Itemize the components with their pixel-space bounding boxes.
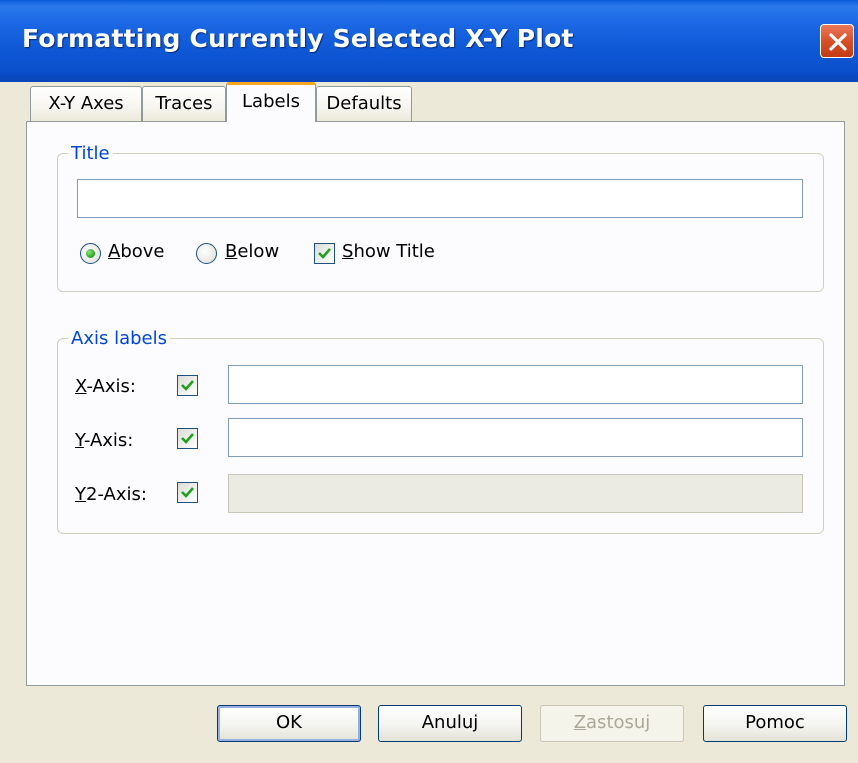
title-input[interactable] xyxy=(77,179,803,218)
title-groupbox xyxy=(57,153,824,292)
show-title-checkbox[interactable] xyxy=(314,243,335,264)
tab-labels[interactable]: Labels xyxy=(226,82,316,122)
checkmark-icon xyxy=(181,487,194,498)
checkmark-icon xyxy=(318,248,331,259)
y2-axis-checkbox[interactable] xyxy=(177,482,198,503)
help-button[interactable]: Pomoc xyxy=(703,705,847,742)
x-axis-checkbox[interactable] xyxy=(177,375,198,396)
tab-panel-labels: Title Above Below Show Title Axis labels… xyxy=(26,121,845,686)
y-axis-checkbox[interactable] xyxy=(177,428,198,449)
y-axis-input[interactable] xyxy=(228,418,803,457)
window-title: Formatting Currently Selected X-Y Plot xyxy=(22,24,574,53)
x-axis-input[interactable] xyxy=(228,365,803,404)
tab-defaults[interactable]: Defaults xyxy=(316,86,412,122)
ok-button[interactable]: OK xyxy=(217,705,361,742)
cancel-button[interactable]: Anuluj xyxy=(378,705,522,742)
y2-axis-label: Y2-Axis: xyxy=(75,484,147,505)
checkmark-icon xyxy=(181,433,194,444)
checkmark-icon xyxy=(181,380,194,391)
title-bar[interactable]: Formatting Currently Selected X-Y Plot xyxy=(0,0,858,82)
close-icon xyxy=(829,33,847,51)
above-label[interactable]: Above xyxy=(108,241,165,262)
x-axis-label: X-Axis: xyxy=(75,376,136,397)
y2-axis-input xyxy=(228,474,803,513)
axis-labels-legend: Axis labels xyxy=(68,328,170,349)
apply-button: Zastosuj xyxy=(540,705,684,742)
below-radio[interactable] xyxy=(196,243,217,264)
y-axis-label: Y-Axis: xyxy=(75,430,134,451)
tab-xy-axes[interactable]: X-Y Axes xyxy=(30,86,142,122)
close-button[interactable] xyxy=(820,24,854,58)
title-group-legend: Title xyxy=(68,143,113,164)
tab-traces[interactable]: Traces xyxy=(142,86,226,122)
below-label[interactable]: Below xyxy=(225,241,279,262)
above-radio[interactable] xyxy=(80,243,101,264)
radio-selected-dot xyxy=(86,249,95,258)
show-title-label[interactable]: Show Title xyxy=(342,241,435,262)
